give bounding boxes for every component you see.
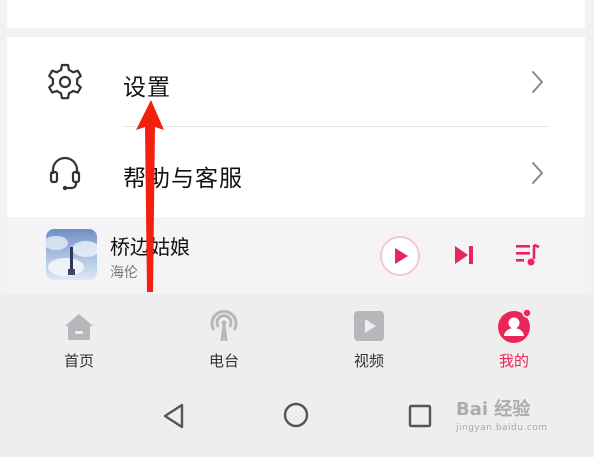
album-art-image [46,229,97,280]
chevron-right-icon [532,71,543,93]
next-track-button[interactable] [452,243,476,267]
video-icon [354,311,384,341]
tab-radio-label: 电台 [208,352,239,370]
help-label: 帮助与客服 [123,166,243,192]
top-card [7,0,585,28]
tab-radio[interactable]: 电台 [174,302,274,378]
album-cover[interactable] [46,229,97,280]
tab-profile[interactable]: 我的 [464,302,564,378]
home-icon [65,314,93,340]
tab-home-label: 首页 [63,352,94,370]
song-artist: 海伦 [110,265,138,281]
tab-video[interactable]: 视频 [319,302,419,378]
radio-icon [210,309,238,342]
mini-player[interactable]: 桥边姑娘 海伦 [7,217,585,294]
settings-label: 设置 [123,75,171,101]
profile-icon [498,308,532,343]
watermark: Bai 经验 jingyan.baidu.com [456,395,566,445]
headset-icon [49,156,81,191]
tab-home[interactable]: 首页 [29,302,129,378]
menu-item-settings[interactable]: 设置 [7,37,585,127]
gear-icon [48,63,82,100]
watermark-url: jingyan.baidu.com [456,423,548,433]
home-nav-icon[interactable] [282,401,310,429]
menu-item-help[interactable]: 帮助与客服 [7,127,585,217]
tab-video-label: 视频 [353,352,384,370]
playlist-button[interactable] [514,241,542,269]
recents-icon[interactable] [406,402,434,430]
back-icon[interactable] [160,402,188,430]
bottom-tab-bar: 首页 电台 视频 我的 [0,294,594,384]
song-title: 桥边姑娘 [110,235,190,259]
chevron-right-icon [532,162,543,184]
play-button[interactable] [379,235,421,277]
tab-profile-label: 我的 [498,352,529,370]
watermark-text: Bai 经验 [456,399,531,420]
menu-card: 设置 帮助与客服 [7,37,585,217]
